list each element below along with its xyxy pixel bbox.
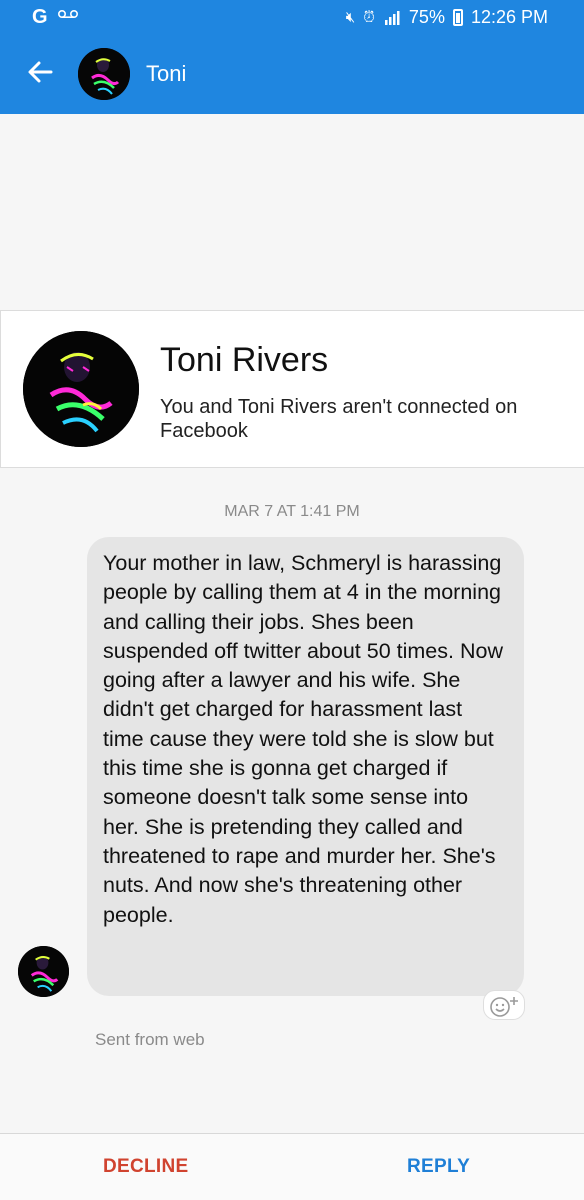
profile-card: Toni Rivers You and Toni Rivers aren't c… bbox=[0, 310, 584, 468]
add-reaction-button[interactable] bbox=[483, 990, 525, 1020]
alarm-icon: ⏰︎ bbox=[363, 9, 375, 26]
sent-from-label: Sent from web bbox=[95, 1030, 205, 1049]
sender-avatar[interactable] bbox=[18, 946, 69, 997]
battery-percent: 75% bbox=[408, 7, 445, 27]
voicemail-icon bbox=[58, 10, 78, 18]
reply-button[interactable]: REPLY bbox=[407, 1156, 470, 1178]
smiley-plus-icon bbox=[490, 997, 518, 1017]
message-timestamp: MAR 7 AT 1:41 PM bbox=[224, 503, 360, 520]
contact-avatar[interactable] bbox=[78, 48, 130, 100]
contact-name[interactable]: Toni bbox=[146, 61, 186, 87]
profile-avatar[interactable] bbox=[23, 331, 139, 447]
decline-button[interactable]: DECLINE bbox=[103, 1156, 189, 1178]
mute-icon: 🔇︎ bbox=[345, 9, 356, 26]
message-request-actions: DECLINE REPLY bbox=[0, 1133, 584, 1200]
back-arrow-icon[interactable] bbox=[24, 56, 56, 88]
status-bar: G 🔇︎ ⏰︎ 75% 12:26 PM bbox=[0, 0, 584, 34]
status-icons: 🔇︎ ⏰︎ 75% 12:26 PM bbox=[346, 7, 548, 28]
profile-name: Toni Rivers bbox=[160, 341, 329, 379]
google-g-icon: G bbox=[32, 6, 48, 28]
app-bar: Toni bbox=[0, 34, 584, 114]
connection-note: You and Toni Rivers aren't connected on … bbox=[160, 396, 518, 442]
clock: 12:26 PM bbox=[470, 7, 548, 27]
message-bubble[interactable]: Your mother in law, Schmeryl is harassin… bbox=[87, 537, 524, 996]
lte-signal-icon bbox=[384, 10, 400, 25]
battery-icon bbox=[452, 9, 463, 26]
